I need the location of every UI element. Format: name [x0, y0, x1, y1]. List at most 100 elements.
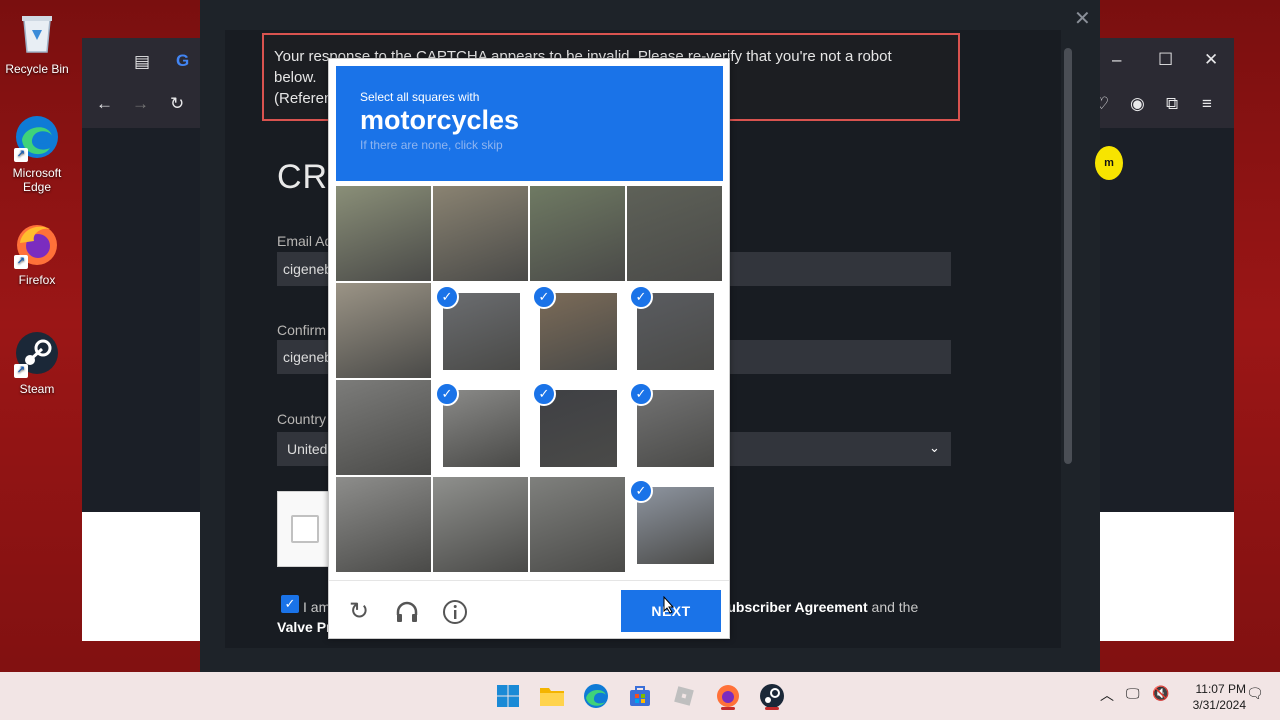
edge-icon [584, 684, 608, 708]
shortcut-arrow-icon: ↗ [14, 148, 28, 162]
active-indicator [721, 707, 735, 710]
captcha-tile-image [336, 186, 431, 281]
selected-check-icon: ✓ [629, 479, 653, 503]
captcha-tile[interactable] [336, 283, 431, 378]
mouse-cursor-icon [663, 596, 675, 614]
taskbar-edge[interactable] [580, 680, 612, 712]
recaptcha-challenge: Select all squares with motorcycles If t… [328, 58, 730, 639]
captcha-tile-image [336, 283, 431, 378]
active-indicator [765, 707, 779, 710]
edge-icon: ↗ [14, 114, 60, 162]
chevron-up-icon[interactable]: ︿ [1100, 685, 1114, 705]
audio-challenge-icon[interactable] [393, 598, 421, 626]
recycle-bin-icon [14, 10, 60, 56]
store-icon [630, 686, 650, 706]
desktop-icon-label: Firefox [18, 273, 56, 287]
captcha-tile-image [530, 186, 625, 281]
selected-check-icon: ✓ [629, 382, 653, 406]
desktop-icon-recycle-bin[interactable]: Recycle Bin [0, 10, 74, 76]
challenge-target: motorcycles [360, 105, 520, 135]
captcha-tile[interactable]: ✓ [627, 477, 722, 572]
captcha-tile-image [433, 186, 528, 281]
captcha-tile[interactable]: ✓ [433, 380, 528, 475]
captcha-tile[interactable] [336, 477, 431, 572]
desktop-icon-edge[interactable]: ↗ Microsoft Edge [0, 114, 74, 194]
back-icon[interactable]: ← [96, 94, 113, 114]
taskbar-steam[interactable] [756, 680, 788, 712]
notification-icon[interactable]: 🗨 [1246, 685, 1264, 702]
captcha-tile[interactable] [627, 186, 722, 281]
desktop-icon-label: Recycle Bin [5, 62, 69, 76]
country-label: Country [277, 411, 327, 427]
windows-start-icon [497, 685, 519, 707]
agree-text-tail: Subscriber Agreement and the [718, 599, 918, 615]
roblox-icon [674, 686, 694, 706]
tab-overview-icon[interactable]: ▤ [134, 52, 150, 72]
captcha-tile[interactable]: ✓ [627, 283, 722, 378]
modal-close-icon[interactable]: ✕ [1074, 6, 1091, 31]
minimize-icon[interactable]: – [1112, 50, 1121, 70]
desktop-icon-steam[interactable]: ↗ Steam [0, 330, 74, 396]
selected-check-icon: ✓ [435, 382, 459, 406]
captcha-tile[interactable] [433, 186, 528, 281]
desktop-icon-firefox[interactable]: ↗ Firefox [0, 221, 74, 287]
agree-text: I am [303, 599, 331, 615]
steam-icon [760, 684, 784, 708]
floating-badge[interactable]: m [1095, 146, 1123, 180]
challenge-grid: ✓ ✓ ✓ ✓ ✓ ✓ ✓ [336, 186, 723, 573]
privacy-policy-link[interactable]: Valve Pr [277, 619, 332, 635]
system-clock[interactable]: 11:07 PM 3/31/2024 [1176, 681, 1246, 713]
captcha-tile-image [336, 477, 431, 572]
info-icon[interactable] [441, 598, 469, 626]
start-button[interactable] [492, 680, 524, 712]
captcha-tile[interactable] [336, 186, 431, 281]
captcha-tile[interactable] [336, 380, 431, 475]
agree-checkbox[interactable]: ✓ [281, 595, 299, 613]
firefox-icon: ↗ [14, 221, 60, 269]
selected-check-icon: ✓ [629, 285, 653, 309]
reload-challenge-icon[interactable]: ↻ [345, 598, 373, 626]
close-window-icon[interactable]: ✕ [1204, 50, 1218, 70]
desktop-icon-label: Steam [19, 382, 55, 396]
forward-icon[interactable]: → [132, 94, 149, 114]
taskbar-roblox[interactable] [668, 680, 700, 712]
network-icon[interactable]: 🖵 [1126, 685, 1140, 702]
recaptcha-checkbox[interactable] [291, 515, 319, 543]
captcha-tile[interactable]: ✓ [530, 283, 625, 378]
subscriber-agreement-link[interactable]: Subscriber Agreement [718, 599, 868, 615]
captcha-tile[interactable] [530, 186, 625, 281]
folder-icon [540, 688, 564, 706]
challenge-header: Select all squares with motorcycles If t… [336, 66, 723, 181]
captcha-tile-image [530, 477, 625, 572]
captcha-tile[interactable] [433, 477, 528, 572]
captcha-tile[interactable] [530, 477, 625, 572]
taskbar-file-explorer[interactable] [536, 680, 568, 712]
taskbar: ︿ 🖵 🔇 11:07 PM 3/31/2024 🗨 [0, 672, 1280, 720]
challenge-hint: If there are none, click skip [360, 138, 503, 152]
reload-icon[interactable]: ↻ [170, 94, 184, 114]
captcha-tile-image [433, 477, 528, 572]
account-icon[interactable]: ◉ [1130, 94, 1145, 114]
selected-check-icon: ✓ [435, 285, 459, 309]
captcha-tile-image [627, 186, 722, 281]
shortcut-arrow-icon: ↗ [14, 364, 28, 378]
clock-time: 11:07 PM [1195, 682, 1246, 696]
captcha-tile[interactable]: ✓ [530, 380, 625, 475]
scrollbar[interactable] [1064, 48, 1072, 464]
extensions-icon[interactable]: ⧉ [1166, 94, 1178, 114]
selected-check-icon: ✓ [532, 382, 556, 406]
menu-icon[interactable]: ≡ [1202, 94, 1212, 114]
confirm-email-label: Confirm [277, 322, 327, 338]
taskbar-store[interactable] [624, 680, 656, 712]
volume-muted-icon[interactable]: 🔇 [1152, 685, 1169, 702]
captcha-tile[interactable]: ✓ [627, 380, 722, 475]
google-favicon-icon[interactable]: G [176, 51, 189, 71]
captcha-tile-image [336, 380, 431, 475]
captcha-tile[interactable]: ✓ [433, 283, 528, 378]
firefox-icon [717, 685, 739, 707]
selected-check-icon: ✓ [532, 285, 556, 309]
email-label: Email Ad [277, 233, 333, 249]
maximize-icon[interactable]: ☐ [1158, 50, 1173, 70]
taskbar-firefox[interactable] [712, 680, 744, 712]
steam-icon: ↗ [14, 330, 60, 378]
